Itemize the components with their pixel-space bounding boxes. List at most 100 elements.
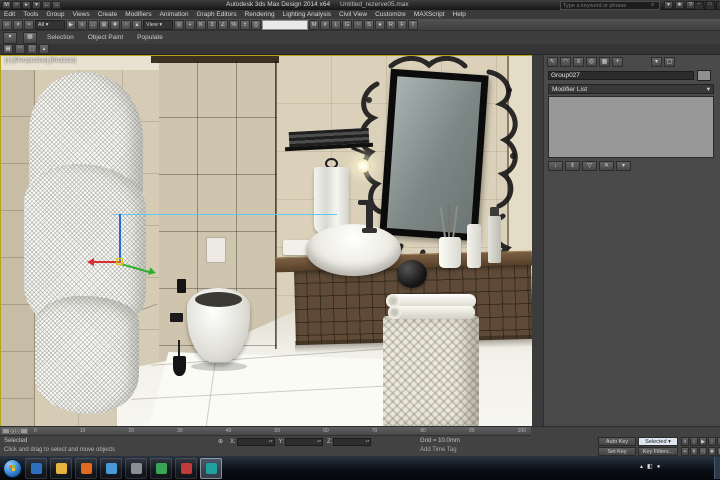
rendered-frame-window-icon[interactable]: F <box>397 19 407 30</box>
graphite-ribbon-toggle-icon[interactable]: G <box>342 19 352 30</box>
infocenter-search[interactable]: ⌕ <box>560 1 660 10</box>
max-logo-icon[interactable]: M <box>2 1 11 9</box>
zoom-icon[interactable]: + <box>681 447 689 456</box>
search-input[interactable] <box>561 2 651 9</box>
object-name-field[interactable]: Group027 <box>548 71 694 80</box>
modifier-stack[interactable] <box>548 96 714 158</box>
vessel-sink[interactable] <box>306 224 401 276</box>
brush-cup[interactable] <box>439 237 461 268</box>
cosmetic-bottle[interactable] <box>467 224 481 268</box>
pan-icon[interactable]: ✚ <box>708 447 716 456</box>
keyboard-shortcut-override-icon[interactable]: K <box>196 19 206 30</box>
zoom-extents-icon[interactable]: □ <box>699 447 707 456</box>
taskbar-app-icon-4[interactable] <box>100 458 122 479</box>
taskbar-app-icon-2[interactable] <box>50 458 72 479</box>
gizmo-center-handle[interactable] <box>116 258 123 265</box>
menu-item[interactable]: Civil View <box>335 10 371 19</box>
ribbon-tab[interactable]: Populate <box>130 32 170 43</box>
panel-splitter[interactable] <box>532 55 543 426</box>
schematic-view-icon[interactable]: S <box>364 19 374 30</box>
percent-snap-icon[interactable]: % <box>229 19 239 30</box>
search-go-icon[interactable]: ▾ <box>664 1 673 9</box>
play-icon[interactable]: ▶ <box>699 437 707 446</box>
taskbar-app-icon-1[interactable] <box>25 458 47 479</box>
time-slider[interactable]: 0/100 <box>2 428 28 435</box>
previous-frame-icon[interactable]: ‹ <box>690 437 698 446</box>
add-time-tag[interactable]: Add Time Tag <box>420 447 457 453</box>
modifier-list-dropdown[interactable]: Modifier List ▾ <box>548 84 714 94</box>
menu-item[interactable]: Tools <box>19 10 42 19</box>
select-and-rotate-icon[interactable]: ○ <box>121 19 131 30</box>
open-file-icon[interactable]: ▸ <box>22 1 31 9</box>
framed-wall-mirror[interactable] <box>379 68 489 242</box>
save-file-icon[interactable]: ▾ <box>32 1 41 9</box>
menu-item[interactable]: MAXScript <box>410 10 449 19</box>
reference-coordinate-system-dropdown[interactable]: View ▾ <box>143 19 173 30</box>
faucet[interactable] <box>366 200 373 230</box>
undo-icon[interactable]: ← <box>42 1 51 9</box>
laundry-basket[interactable] <box>383 316 479 427</box>
create-tab-icon[interactable]: ↖ <box>547 57 558 67</box>
tray-volume-icon[interactable]: ◧ <box>647 461 653 473</box>
select-object-icon[interactable]: ▶ <box>66 19 76 30</box>
spinner-snap-icon[interactable]: ± <box>240 19 250 30</box>
panel-arrow-icon[interactable]: ▾ <box>651 57 662 67</box>
curve-editor-icon[interactable]: ~ <box>353 19 363 30</box>
redo-icon[interactable]: → <box>52 1 61 9</box>
menu-item[interactable]: Create <box>94 10 122 19</box>
select-and-link-icon[interactable]: ∞ <box>2 19 12 30</box>
menu-item[interactable]: Group <box>42 10 68 19</box>
new-file-icon[interactable]: ▫ <box>12 1 21 9</box>
viewport-label[interactable]: [+] [Perspective] [Realistic] <box>5 58 76 64</box>
hierarchy-tab-icon[interactable]: ≡ <box>573 57 584 67</box>
menu-item[interactable]: Graph Editors <box>193 10 241 19</box>
x-coordinate-field[interactable] <box>236 438 275 446</box>
ribbon-tab[interactable]: Selection <box>40 32 81 43</box>
flush-plate[interactable] <box>206 237 226 263</box>
select-and-move-icon[interactable]: ✚ <box>110 19 120 30</box>
taskbar-clock[interactable] <box>672 458 712 477</box>
render-setup-icon[interactable]: R <box>386 19 396 30</box>
wall-hook-lower[interactable] <box>170 313 183 322</box>
go-to-start-icon[interactable]: « <box>681 437 689 446</box>
taskbar-app-icon-6[interactable] <box>150 458 172 479</box>
y-coordinate-field[interactable] <box>285 438 324 446</box>
communication-center-icon[interactable]: ★ <box>675 1 684 9</box>
round-speaker[interactable] <box>397 260 427 288</box>
menu-item[interactable]: Help <box>449 10 470 19</box>
menu-item[interactable]: Customize <box>371 10 410 19</box>
ribbon-polymodeling-icon[interactable]: ▦ <box>3 44 13 54</box>
wall-lamp-glow[interactable] <box>355 158 371 174</box>
display-tab-icon[interactable]: ▦ <box>599 57 610 67</box>
menu-item[interactable]: Lighting Analysis <box>279 10 335 19</box>
next-frame-icon[interactable]: › <box>708 437 716 446</box>
panel-page-icon[interactable]: ▢ <box>664 57 675 67</box>
utilities-tab-icon[interactable]: + <box>612 57 623 67</box>
select-and-manipulate-icon[interactable]: + <box>185 19 195 30</box>
use-pivot-point-center-icon[interactable]: ◎ <box>174 19 184 30</box>
menu-item[interactable]: Edit <box>0 10 19 19</box>
menu-item[interactable]: Animation <box>156 10 193 19</box>
menu-item[interactable]: Views <box>68 10 93 19</box>
animate-selection-dropdown[interactable]: Selected ▾ <box>638 437 678 446</box>
key-filters-button[interactable]: Key Filters... <box>638 447 678 456</box>
set-key-button[interactable]: Set Key <box>598 447 636 456</box>
select-by-name-icon[interactable]: ≡ <box>77 19 87 30</box>
gizmo-z-axis[interactable] <box>119 214 121 263</box>
perspective-viewport[interactable]: [+] [Perspective] [Realistic] <box>0 55 533 428</box>
rolled-towel-bottom[interactable] <box>388 306 475 319</box>
modify-tab-icon[interactable]: ◠ <box>560 57 571 67</box>
snaps-toggle-icon[interactable]: 3 <box>207 19 217 30</box>
layer-manager-icon[interactable]: L <box>331 19 341 30</box>
configure-modifier-sets-icon[interactable]: ▾ <box>616 161 631 171</box>
wall-hook-upper[interactable] <box>177 279 186 293</box>
transform-type-in-toggle[interactable]: ⊕ <box>218 438 223 445</box>
motion-tab-icon[interactable]: ◎ <box>586 57 597 67</box>
bind-to-space-warp-icon[interactable]: ≈ <box>24 19 34 30</box>
edit-named-selection-sets-icon[interactable]: {} <box>251 19 261 30</box>
align-icon[interactable]: # <box>320 19 330 30</box>
start-button[interactable] <box>3 459 22 478</box>
taskbar-app-icon-7[interactable] <box>175 458 197 479</box>
auto-key-button[interactable]: Auto Key <box>598 437 636 446</box>
pin-stack-icon[interactable]: ↓ <box>548 161 563 171</box>
